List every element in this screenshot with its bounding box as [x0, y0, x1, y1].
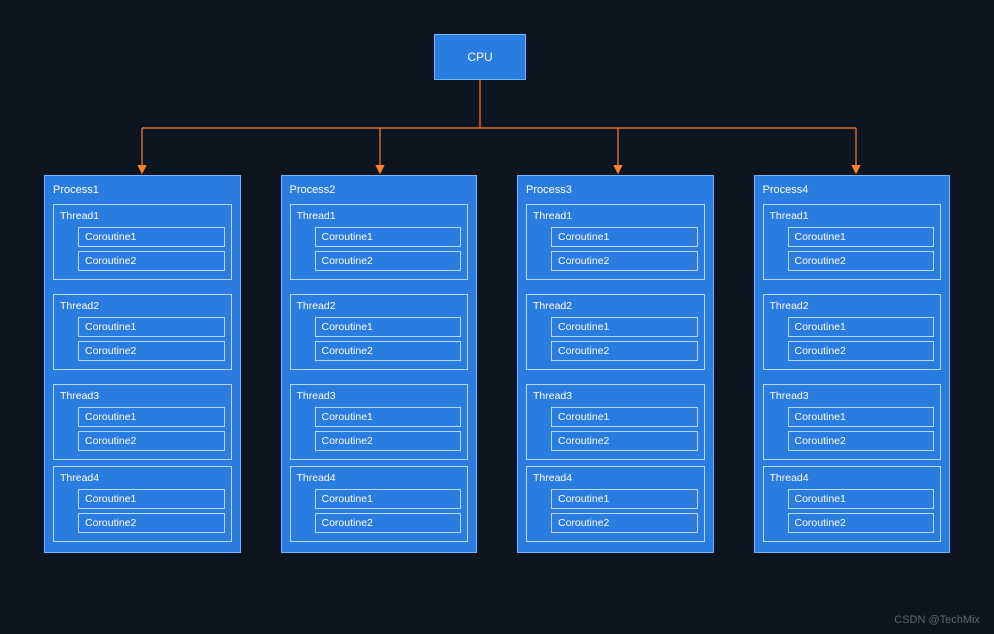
thread-node: Thread4 Coroutine1 Coroutine2: [290, 466, 469, 542]
coroutine-node: Coroutine2: [788, 513, 935, 533]
coroutine-node: Coroutine1: [315, 227, 462, 247]
coroutine-node: Coroutine1: [78, 317, 225, 337]
thread-label: Thread3: [60, 389, 225, 402]
coroutine-node: Coroutine1: [551, 489, 698, 509]
thread-label: Thread2: [533, 299, 698, 312]
coroutine-node: Coroutine1: [315, 489, 462, 509]
thread-label: Thread1: [60, 209, 225, 222]
coroutine-node: Coroutine1: [315, 407, 462, 427]
thread-label: Thread1: [770, 209, 935, 222]
coroutine-node: Coroutine2: [551, 341, 698, 361]
thread-label: Thread4: [297, 471, 462, 484]
coroutine-node: Coroutine2: [788, 251, 935, 271]
thread-node: Thread2 Coroutine1 Coroutine2: [763, 294, 942, 370]
process-label: Process4: [763, 182, 942, 196]
process-label: Process1: [53, 182, 232, 196]
thread-label: Thread4: [60, 471, 225, 484]
thread-label: Thread3: [297, 389, 462, 402]
thread-node: Thread2 Coroutine1 Coroutine2: [526, 294, 705, 370]
coroutine-node: Coroutine2: [315, 251, 462, 271]
thread-node: Thread4 Coroutine1 Coroutine2: [526, 466, 705, 542]
coroutine-node: Coroutine1: [78, 489, 225, 509]
coroutine-node: Coroutine1: [551, 227, 698, 247]
thread-node: Thread1 Coroutine1 Coroutine2: [53, 204, 232, 280]
process-node: Process3 Thread1 Coroutine1 Coroutine2 T…: [517, 175, 714, 553]
thread-label: Thread3: [770, 389, 935, 402]
thread-node: Thread3 Coroutine1 Coroutine2: [290, 384, 469, 460]
thread-label: Thread2: [297, 299, 462, 312]
coroutine-node: Coroutine1: [788, 489, 935, 509]
thread-label: Thread4: [770, 471, 935, 484]
coroutine-node: Coroutine1: [551, 407, 698, 427]
watermark-text: CSDN @TechMix: [894, 614, 980, 626]
thread-label: Thread2: [770, 299, 935, 312]
coroutine-node: Coroutine1: [315, 317, 462, 337]
cpu-node: CPU: [434, 34, 526, 80]
cpu-label: CPU: [467, 50, 492, 64]
thread-node: Thread1 Coroutine1 Coroutine2: [526, 204, 705, 280]
thread-node: Thread4 Coroutine1 Coroutine2: [53, 466, 232, 542]
thread-node: Thread4 Coroutine1 Coroutine2: [763, 466, 942, 542]
thread-node: Thread1 Coroutine1 Coroutine2: [290, 204, 469, 280]
coroutine-node: Coroutine2: [315, 431, 462, 451]
process-node: Process1 Thread1 Coroutine1 Coroutine2 T…: [44, 175, 241, 553]
coroutine-node: Coroutine2: [315, 341, 462, 361]
thread-node: Thread2 Coroutine1 Coroutine2: [290, 294, 469, 370]
thread-label: Thread3: [533, 389, 698, 402]
coroutine-node: Coroutine2: [551, 431, 698, 451]
diagram-canvas: CPU Process1 Thread1 Coroutine1 Coroutin…: [0, 0, 994, 634]
thread-label: Thread4: [533, 471, 698, 484]
thread-node: Thread3 Coroutine1 Coroutine2: [526, 384, 705, 460]
coroutine-node: Coroutine1: [788, 407, 935, 427]
process-label: Process2: [290, 182, 469, 196]
thread-label: Thread1: [533, 209, 698, 222]
coroutine-node: Coroutine2: [78, 513, 225, 533]
coroutine-node: Coroutine2: [551, 513, 698, 533]
coroutine-node: Coroutine1: [78, 407, 225, 427]
thread-node: Thread2 Coroutine1 Coroutine2: [53, 294, 232, 370]
coroutine-node: Coroutine2: [788, 341, 935, 361]
coroutine-node: Coroutine2: [78, 431, 225, 451]
process-row: Process1 Thread1 Coroutine1 Coroutine2 T…: [44, 175, 950, 553]
coroutine-node: Coroutine2: [788, 431, 935, 451]
coroutine-node: Coroutine2: [78, 341, 225, 361]
process-node: Process2 Thread1 Coroutine1 Coroutine2 T…: [281, 175, 478, 553]
thread-label: Thread1: [297, 209, 462, 222]
coroutine-node: Coroutine1: [78, 227, 225, 247]
coroutine-node: Coroutine1: [788, 227, 935, 247]
thread-node: Thread3 Coroutine1 Coroutine2: [763, 384, 942, 460]
coroutine-node: Coroutine2: [551, 251, 698, 271]
process-label: Process3: [526, 182, 705, 196]
thread-node: Thread3 Coroutine1 Coroutine2: [53, 384, 232, 460]
coroutine-node: Coroutine2: [315, 513, 462, 533]
coroutine-node: Coroutine2: [78, 251, 225, 271]
thread-node: Thread1 Coroutine1 Coroutine2: [763, 204, 942, 280]
process-node: Process4 Thread1 Coroutine1 Coroutine2 T…: [754, 175, 951, 553]
thread-label: Thread2: [60, 299, 225, 312]
coroutine-node: Coroutine1: [788, 317, 935, 337]
coroutine-node: Coroutine1: [551, 317, 698, 337]
